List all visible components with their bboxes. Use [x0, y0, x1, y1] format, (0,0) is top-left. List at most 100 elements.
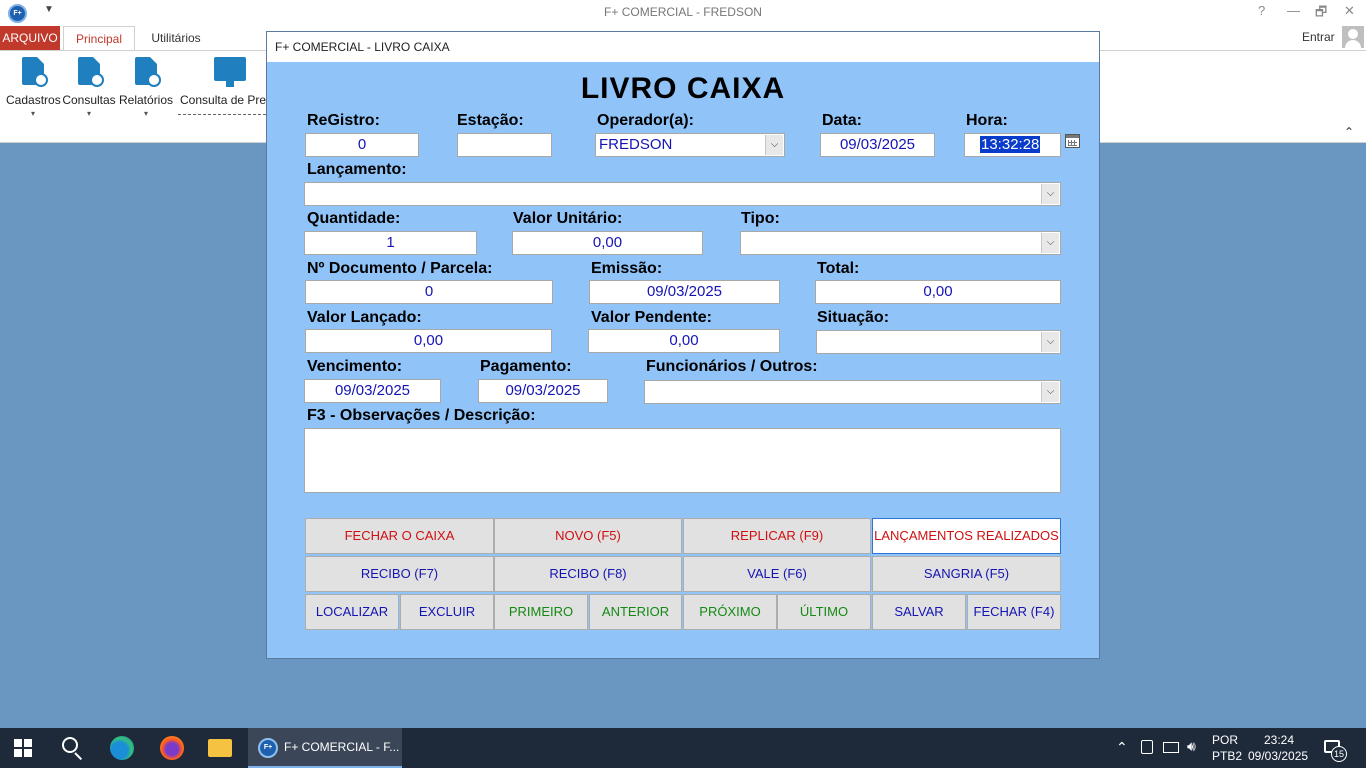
data-label: Data:: [822, 112, 863, 129]
tipo-label: Tipo:: [741, 210, 780, 227]
replicar-button[interactable]: REPLICAR (F9): [683, 518, 871, 554]
window-title: F+ COMERCIAL - FREDSON: [604, 5, 762, 19]
livro-caixa-dialog: F+ COMERCIAL - LIVRO CAIXA LIVRO CAIXA R…: [266, 31, 1100, 659]
situacao-label: Situação:: [817, 309, 890, 326]
sangria-button[interactable]: SANGRIA (F5): [872, 556, 1061, 592]
localizar-button[interactable]: LOCALIZAR: [305, 594, 399, 630]
chevron-down-icon[interactable]: ⌵: [1041, 332, 1059, 352]
window-titlebar: F+ ▼ F+ COMERCIAL - FREDSON ? — 🗗 ✕: [0, 0, 1366, 26]
tray-chevron-up-icon[interactable]: ⌃: [1116, 739, 1128, 756]
chevron-down-icon[interactable]: ⌵: [765, 135, 783, 155]
lancamento-select[interactable]: ⌵: [304, 182, 1061, 206]
collapse-ribbon-icon[interactable]: ⌃: [1344, 125, 1354, 139]
quantidade-field[interactable]: 1: [304, 231, 477, 255]
chevron-down-icon[interactable]: ⌵: [1041, 382, 1059, 402]
taskbar-active-app[interactable]: F+ F+ COMERCIAL - F...: [248, 728, 402, 768]
valor-lancado-field[interactable]: 0,00: [305, 329, 552, 353]
total-label: Total:: [817, 260, 860, 277]
operador-label: Operador(a):: [597, 112, 694, 129]
cadastros-label: Cadastros: [6, 93, 61, 107]
lancamentos-realizados-button[interactable]: LANÇAMENTOS REALIZADOS: [872, 518, 1061, 554]
excluir-button[interactable]: EXCLUIR: [400, 594, 494, 630]
clock-time[interactable]: 23:24: [1264, 733, 1294, 747]
chevron-down-icon[interactable]: ⌵: [1041, 233, 1059, 253]
minimize-button[interactable]: —: [1287, 3, 1300, 18]
signin-link[interactable]: Entrar: [1302, 30, 1335, 44]
vale-button[interactable]: VALE (F6): [683, 556, 871, 592]
registro-field[interactable]: 0: [305, 133, 419, 157]
relatorios-button[interactable]: Relatórios ▾: [119, 55, 173, 118]
chevron-down-icon: ▾: [86, 109, 91, 118]
consulta-preco-label: Consulta de Preç: [180, 93, 266, 107]
estacao-field[interactable]: [457, 133, 552, 157]
help-button[interactable]: ?: [1258, 3, 1265, 18]
documento-label: Nº Documento / Parcela:: [307, 260, 493, 277]
form-heading: LIVRO CAIXA: [580, 72, 786, 105]
ribbon-separator: [178, 114, 266, 115]
novo-button[interactable]: NOVO (F5): [494, 518, 682, 554]
tab-principal[interactable]: Principal: [63, 26, 135, 52]
tab-arquivo[interactable]: ARQUIVO: [0, 26, 60, 50]
observacoes-textarea[interactable]: [304, 428, 1061, 493]
relatorios-label: Relatórios: [119, 93, 174, 107]
search-icon[interactable]: [62, 737, 78, 753]
edge-browser-icon[interactable]: [110, 736, 134, 760]
situacao-select[interactable]: ⌵: [816, 330, 1061, 354]
dialog-title: F+ COMERCIAL - LIVRO CAIXA: [267, 32, 1099, 62]
vencimento-field[interactable]: 09/03/2025: [304, 379, 441, 403]
windows-start-icon[interactable]: [14, 739, 32, 757]
salvar-button[interactable]: SALVAR: [872, 594, 966, 630]
emissao-label: Emissão:: [591, 260, 663, 277]
device-icon[interactable]: [1141, 740, 1153, 754]
anterior-button[interactable]: ANTERIOR: [589, 594, 682, 630]
proximo-button[interactable]: PRÓXIMO: [683, 594, 777, 630]
tab-utilitarios[interactable]: Utilitários: [140, 26, 212, 50]
consultas-button[interactable]: Consultas ▾: [62, 55, 116, 118]
tipo-select[interactable]: ⌵: [740, 231, 1061, 255]
valor-unitario-field[interactable]: 0,00: [512, 231, 703, 255]
chevron-down-icon: ▾: [30, 109, 35, 118]
operador-select[interactable]: FREDSON ⌵: [595, 133, 785, 157]
close-button[interactable]: ✕: [1344, 3, 1355, 19]
observacoes-label: F3 - Observações / Descrição:: [307, 407, 536, 424]
hora-value: 13:32:28: [980, 136, 1041, 153]
operador-value: FREDSON: [599, 136, 673, 153]
clock-date[interactable]: 09/03/2025: [1248, 749, 1308, 763]
chevron-down-icon[interactable]: ⌵: [1041, 184, 1059, 204]
file-explorer-icon[interactable]: [208, 739, 232, 757]
notifications-badge: 15: [1331, 746, 1347, 762]
data-field[interactable]: 09/03/2025: [820, 133, 935, 157]
total-field[interactable]: 0,00: [815, 280, 1061, 304]
primeiro-button[interactable]: PRIMEIRO: [494, 594, 588, 630]
consulta-preco-button[interactable]: Consulta de Preç: [180, 55, 266, 107]
valor-pendente-label: Valor Pendente:: [591, 309, 712, 326]
emissao-field[interactable]: 09/03/2025: [589, 280, 780, 304]
search-document-icon: [74, 55, 104, 87]
firefox-browser-icon[interactable]: [160, 736, 184, 760]
consultas-label: Consultas: [62, 93, 116, 107]
hora-label: Hora:: [966, 112, 1008, 129]
lancamento-label: Lançamento:: [307, 161, 407, 178]
language-code[interactable]: POR: [1212, 733, 1238, 747]
volume-icon[interactable]: 🔊︎: [1187, 738, 1196, 755]
calendar-icon[interactable]: [1065, 134, 1080, 148]
restore-button[interactable]: 🗗: [1315, 3, 1327, 25]
funcionarios-select[interactable]: ⌵: [644, 380, 1061, 404]
valor-unitario-label: Valor Unitário:: [513, 210, 623, 227]
vencimento-label: Vencimento:: [307, 358, 403, 375]
ultimo-button[interactable]: ÚLTIMO: [777, 594, 871, 630]
price-monitor-icon: [214, 55, 246, 87]
valor-pendente-field[interactable]: 0,00: [588, 329, 780, 353]
pagamento-field[interactable]: 09/03/2025: [478, 379, 608, 403]
recibo-f8-button[interactable]: RECIBO (F8): [494, 556, 682, 592]
user-avatar-icon[interactable]: [1342, 26, 1364, 48]
chevron-down-icon: ▾: [143, 109, 148, 118]
documento-field[interactable]: 0: [305, 280, 553, 304]
cadastros-button[interactable]: Cadastros ▾: [6, 55, 61, 118]
keyboard-layout[interactable]: PTB2: [1212, 749, 1242, 763]
recibo-f7-button[interactable]: RECIBO (F7): [305, 556, 494, 592]
hora-field[interactable]: 13:32:28: [964, 133, 1061, 157]
fechar-button[interactable]: FECHAR (F4): [967, 594, 1061, 630]
network-icon[interactable]: [1163, 742, 1179, 753]
fechar-caixa-button[interactable]: FECHAR O CAIXA: [305, 518, 494, 554]
